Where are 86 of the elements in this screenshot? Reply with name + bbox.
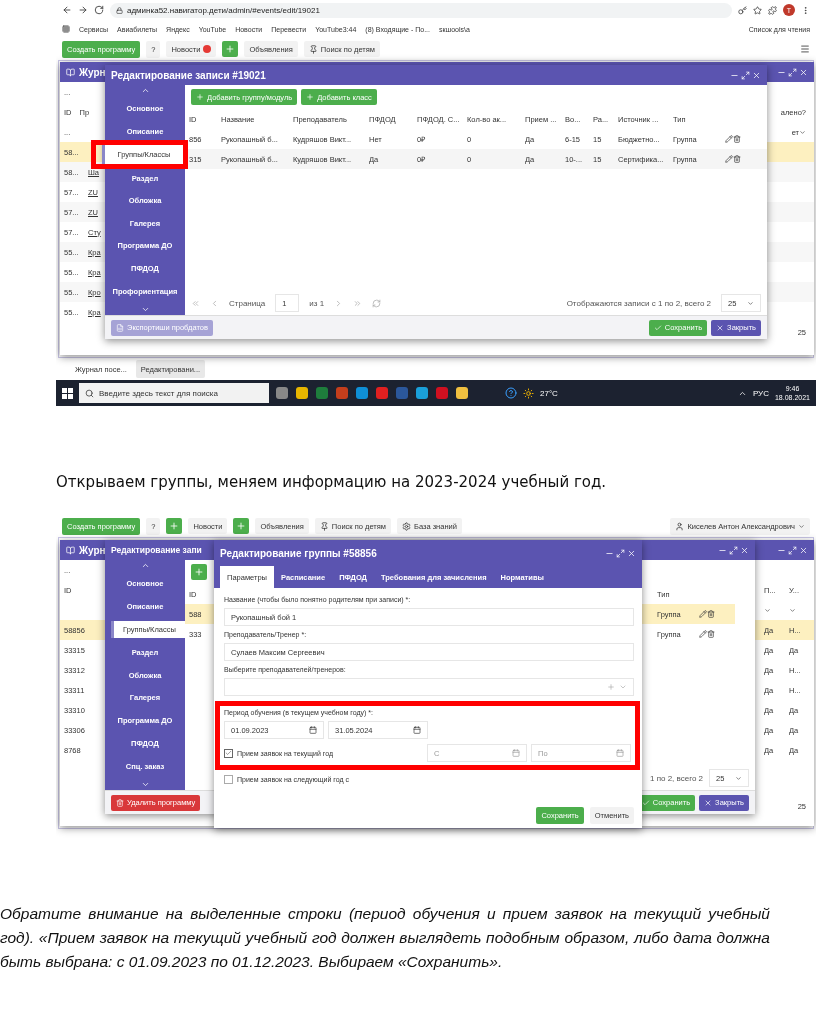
apps-icon[interactable]	[62, 25, 70, 33]
maximize-icon[interactable]	[616, 548, 625, 558]
maximize-icon[interactable]	[729, 545, 738, 555]
lock-icon	[116, 6, 123, 14]
forward-icon[interactable]	[78, 5, 88, 15]
menu-icon[interactable]	[800, 44, 810, 54]
app-icon[interactable]	[295, 386, 309, 400]
app-icon[interactable]	[415, 386, 429, 400]
edit-icon[interactable]	[699, 610, 707, 618]
maximize-icon[interactable]	[788, 67, 797, 77]
scroll-down-icon[interactable]	[140, 305, 150, 314]
trash-icon[interactable]	[733, 155, 741, 163]
plus-icon	[196, 93, 204, 101]
note-paragraph: Обратите внимание на выделенные строки (период обучения и прием заявок на текущий учебный год). «Прием заявок на текущий учебный год должен выглядеть подобным образом, либо дата должна быть выбрана: с 01.09.2023 по 01.12.2023. Выбираем «Сохранить».	[0, 904, 770, 972]
checkbox[interactable]	[224, 748, 233, 758]
app-icon[interactable]	[355, 386, 369, 400]
menu-icon[interactable]	[801, 5, 810, 15]
gear-icon	[401, 521, 411, 531]
window-title: Журн	[79, 66, 106, 78]
windows-icon[interactable]	[62, 387, 73, 399]
app-icon[interactable]	[455, 386, 469, 400]
trash-icon	[116, 798, 124, 807]
plus-icon	[607, 683, 615, 691]
caret-icon[interactable]	[789, 606, 796, 614]
help-icon[interactable]	[505, 387, 517, 399]
caret-icon	[798, 522, 805, 530]
pin-icon	[319, 521, 329, 531]
plus-icon[interactable]	[222, 41, 239, 57]
star-icon[interactable]	[753, 5, 762, 15]
plus-icon[interactable]	[166, 518, 183, 534]
plus-icon[interactable]	[233, 518, 250, 534]
language-indicator[interactable]: РУС	[752, 388, 769, 398]
caret-icon	[799, 128, 806, 136]
trash-icon[interactable]	[733, 135, 741, 143]
calendar-icon	[413, 726, 421, 734]
close-icon[interactable]	[752, 70, 761, 80]
back-icon[interactable]	[62, 5, 72, 15]
close-icon[interactable]	[799, 67, 808, 77]
window-title: Редактирование запи	[111, 545, 202, 555]
caption-text: Открываем группы, меняем информацию на 2023-2024 учебный год.	[56, 473, 608, 491]
calendar-icon	[616, 749, 624, 757]
records-summary: 1 по 2, всего 2	[649, 773, 703, 783]
page-label: Страница	[229, 298, 266, 308]
caret-icon[interactable]	[764, 606, 771, 614]
calendar-icon	[512, 749, 520, 757]
checkbox[interactable]	[224, 775, 233, 784]
plus-icon	[306, 93, 315, 101]
maximize-icon[interactable]	[788, 545, 797, 555]
puzzle-icon[interactable]	[768, 5, 777, 15]
pin-icon	[308, 44, 318, 54]
check-icon	[653, 323, 662, 332]
edit-icon[interactable]	[699, 630, 707, 638]
app-icon[interactable]	[275, 386, 289, 400]
caret-icon	[735, 774, 742, 782]
close-icon	[704, 798, 713, 807]
dialog-title: Редактирование группы #58856	[220, 547, 377, 559]
taskbar-search[interactable]: Введите здесь текст для поиска	[79, 383, 269, 403]
search-icon	[85, 388, 94, 398]
reload-icon[interactable]	[94, 5, 104, 15]
close-icon[interactable]	[799, 545, 808, 555]
window-title: Журн	[79, 544, 106, 556]
address-bar[interactable]: админка52.навигатор.дети/admin/#events/edit/19021	[110, 2, 732, 18]
weather-text: 27°C	[540, 388, 558, 398]
caret-icon	[747, 299, 754, 307]
page-count: из 1	[309, 298, 325, 308]
caret-icon	[619, 683, 627, 691]
calendar-icon	[309, 726, 317, 734]
maximize-icon[interactable]	[741, 70, 750, 80]
badge-dot	[203, 45, 212, 53]
close-icon[interactable]	[627, 548, 636, 558]
scroll-up-icon[interactable]	[140, 561, 150, 570]
close-icon	[716, 323, 725, 332]
trash-icon[interactable]	[707, 630, 715, 638]
records-summary: Отображаются записи с 1 по 2, всего 2	[566, 298, 711, 308]
spreadsheet-icon	[116, 323, 124, 332]
journal-icon	[66, 67, 75, 77]
sun-icon	[523, 387, 534, 399]
key-icon	[738, 5, 747, 15]
journal-icon	[66, 545, 75, 555]
window-title: Редактирование записи #19021	[111, 69, 266, 81]
trash-icon[interactable]	[707, 610, 715, 618]
edit-icon[interactable]	[725, 155, 733, 163]
user-icon	[675, 521, 685, 531]
close-icon[interactable]	[740, 545, 749, 555]
scroll-up-icon[interactable]	[140, 86, 150, 95]
edit-icon[interactable]	[725, 135, 733, 143]
